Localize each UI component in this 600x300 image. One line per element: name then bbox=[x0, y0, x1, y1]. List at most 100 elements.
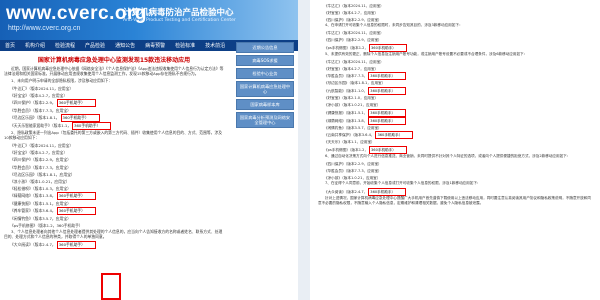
app-list-item: 《四川保护》（版本2.2.9，应用宝） bbox=[4, 156, 224, 163]
app-version: （版本3.5.7，应用宝） bbox=[345, 125, 382, 130]
nav-item[interactable]: 技术前沿 bbox=[200, 42, 230, 49]
app-version: （版本1.3.8， bbox=[32, 192, 56, 198]
nav-item[interactable]: 机构介绍 bbox=[20, 42, 50, 49]
app-name: 《四川保护》 bbox=[324, 38, 346, 42]
app-list-item: 《好宝宝》（版本2.1.0，应用宝） bbox=[318, 95, 593, 102]
app-name: 《云南共享保护》 bbox=[324, 133, 353, 138]
article-title: 国家计算机病毒应急处理中心监测发现15款违法移动应用 bbox=[37, 57, 191, 64]
nav-item[interactable]: 产品检验 bbox=[80, 42, 110, 49]
nav-item[interactable]: 通知公告 bbox=[110, 42, 140, 49]
sidebar-item[interactable]: 国家病毒分析预测及网络安全管理中心 bbox=[236, 112, 294, 128]
app-name: 《健康快报》 bbox=[10, 200, 33, 206]
app-name: 《华胜会员》 bbox=[10, 108, 33, 114]
sidebar-item[interactable]: 国家病毒样本库 bbox=[236, 99, 294, 110]
highlight-box: 360手机助手） bbox=[72, 122, 112, 131]
app-list-item: 《闲情钓鱼》（版本3.5.7，应用宝） bbox=[318, 125, 593, 132]
app-version: （版本7.7.3，应用宝） bbox=[345, 168, 382, 173]
app-list-item: 《牛达汇》（版本2024.11，应用宝） bbox=[318, 59, 593, 66]
app-version: （版本7.7.3，应用宝） bbox=[32, 108, 71, 114]
app-list-item: 《凉小孩》（版本1.0.21，应用宝） bbox=[318, 102, 593, 109]
nav-item[interactable]: 病毒预警 bbox=[140, 42, 170, 49]
app-name: 《闲情钓鱼》 bbox=[324, 125, 346, 130]
highlight-box: 360手机助手） bbox=[375, 131, 414, 140]
app-version: （版本7.7.3，应用宝） bbox=[32, 164, 71, 170]
app-name: 《凉小孩》 bbox=[10, 178, 29, 184]
highlight-box: 360手机助手） bbox=[368, 188, 407, 197]
app-list-item: 《ps手机修图》（版本1.2，360手机助手） bbox=[4, 222, 224, 229]
app-list-item: 《养车管家》（版本3.6.4， 360手机助手） bbox=[4, 207, 224, 216]
app-name: 《尽边区乐园》 bbox=[324, 81, 350, 86]
app-list-item: 《华胜会员》（版本7.7.3，应用宝） bbox=[4, 107, 224, 114]
highlight-box: 360手机助手） bbox=[56, 99, 96, 108]
app-name: 《健康快报》 bbox=[324, 110, 346, 115]
app-list-item: 《凉小孩》（版本1.0.21，应用宝） bbox=[4, 178, 224, 185]
article: 国家计算机病毒应急处理中心监测发现15款违法移动应用 近期，国家计算机病毒应急处… bbox=[4, 52, 224, 250]
highlight-box: 360手机助手） bbox=[56, 191, 96, 200]
sidebar-item[interactable]: 近期公告信息 bbox=[236, 42, 294, 53]
app-list-item: 《轻松借呗》（版本1.0.3，应用宝） bbox=[4, 185, 224, 192]
app-name: 《牛达汇》 bbox=[10, 86, 29, 91]
app-list-item: 《尽边区乐园》（版本1.8.1， 360手机助手） bbox=[4, 114, 224, 123]
app-version: （版本2.4.7， bbox=[32, 242, 56, 248]
app-list-item: 《大众阅读》（版本2.4.7， 360手机助手） bbox=[4, 241, 224, 250]
app-name: 《尽边区乐园》 bbox=[10, 171, 37, 177]
sidebar: 近期公告信息 病毒SOS求援 检验中心业务 国家计算机病毒应急处理中心 国家病毒… bbox=[236, 42, 294, 130]
app-list-item: 《凉小孩》（版本1.0.21，应用宝） bbox=[318, 175, 593, 182]
app-list: 《大众阅读》（版本2.4.7， 360手机助手） bbox=[4, 241, 224, 250]
app-name: 《华胜会员》 bbox=[324, 168, 346, 173]
app-name: 《四川保护》 bbox=[324, 162, 346, 166]
section-heading: 3、个人信息处理者向其他个人信息处理者提供其处理的个人信息的，应当向个人告知接收… bbox=[4, 229, 223, 240]
app-name: 《四川保护》 bbox=[10, 100, 33, 106]
highlight-box bbox=[101, 273, 121, 300]
sidebar-item[interactable]: 检验中心业务 bbox=[236, 68, 294, 79]
app-name: 《牛达汇》 bbox=[324, 59, 342, 64]
app-version: （版本1.1.0， bbox=[345, 89, 368, 93]
app-version: （版本1.1， bbox=[51, 123, 72, 129]
nav-item[interactable]: 首页 bbox=[0, 42, 20, 49]
highlight-box: 360手机助手） bbox=[368, 87, 407, 95]
app-version: （版本1.0.21，应用宝） bbox=[341, 175, 381, 180]
app-list-item: 《天天乐》（版本1.1，应用宝） bbox=[318, 139, 593, 146]
app-name: 《闲情钓鱼》 bbox=[10, 216, 33, 222]
app-version: （版本7.7.3， bbox=[345, 74, 368, 79]
app-list: 《牛达汇》（版本2024.11，应用宝） 《好宝宝》（版本4.2.7，应用宝） 《四… bbox=[4, 85, 224, 131]
app-name: 《ps手机修图》 bbox=[324, 45, 350, 50]
app-list-item: 《四川保护》（版本2.2.9，应用宝） bbox=[318, 37, 593, 44]
highlight-box: 360手机助手） bbox=[60, 114, 100, 123]
app-list-item: 《牛达汇》（版本2024.11，应用宝） bbox=[318, 30, 593, 37]
article-continued: 《牛达汇》（版本2024.11，应用宝） 《好宝宝》（版本4.2.7，应用宝） 《四… bbox=[318, 3, 593, 208]
app-version: （版本3.6.4， bbox=[32, 208, 56, 214]
app-version: （版本3.6.4， bbox=[352, 133, 375, 138]
app-name: 《大众阅读》 bbox=[324, 190, 346, 195]
app-name: 《牛达汇》 bbox=[324, 31, 342, 36]
app-list-item: 《四川保护》（版本2.2.9， 360手机助手） bbox=[4, 99, 224, 108]
app-version: （版本1.2， bbox=[349, 45, 369, 50]
nav-item[interactable]: 检验标准 bbox=[170, 42, 200, 49]
app-list: 《牛达汇》（版本2024.11，应用宝） 《四川保护》（版本2.2.9，应用宝）《… bbox=[318, 30, 593, 52]
highlight-box: 360手机助手） bbox=[369, 43, 407, 52]
section-heading: 1、未向用户明示申请的全部隐私权限，涉及移动应用如下： bbox=[11, 78, 113, 83]
highlight-box: 360手机助手） bbox=[368, 72, 407, 81]
section-heading: 2、隐私政策未逐一列出App（包括委托的第三方或嵌入的第三方代码、插件）收集使用… bbox=[4, 130, 223, 141]
app-version: （版本1.3.8， bbox=[345, 118, 368, 123]
app-version: （版本1.5.1， bbox=[345, 110, 368, 115]
app-name: 《好宝宝》 bbox=[324, 10, 342, 15]
highlight-box: 360手机助手） bbox=[56, 241, 96, 250]
app-name: 《天天乐》 bbox=[324, 140, 342, 145]
highlight-box: 360手机助手） bbox=[369, 146, 407, 154]
org-name-cn: 计算机病毒防治产品检验中心 bbox=[123, 8, 234, 18]
app-list-item: 《九航智能》（版本1.1.0， 360手机助手） bbox=[318, 87, 593, 95]
app-version: （版本1.0.21，应用宝） bbox=[341, 102, 381, 107]
app-list: 《大众阅读》（版本2.4.7， 360手机助手） bbox=[318, 188, 593, 197]
app-name: 《四川保护》 bbox=[10, 157, 33, 163]
nav-item[interactable]: 检验流程 bbox=[50, 42, 80, 49]
app-name: 《华胜会员》 bbox=[10, 164, 33, 170]
app-name: 《凉小孩》 bbox=[324, 102, 342, 107]
app-name: 《好宝宝》 bbox=[10, 93, 29, 99]
sidebar-item[interactable]: 国家计算机病毒应急处理中心 bbox=[236, 81, 294, 97]
app-name: 《大众阅读》 bbox=[10, 242, 33, 248]
site-url: http://www.cverc.org.cn bbox=[8, 25, 81, 32]
right-page: 《牛达汇》（版本2024.11，应用宝） 《好宝宝》（版本4.2.7，应用宝） 《四… bbox=[310, 0, 600, 300]
sidebar-item[interactable]: 病毒SOS求援 bbox=[236, 55, 294, 66]
app-name: 《好宝宝》 bbox=[10, 150, 29, 156]
